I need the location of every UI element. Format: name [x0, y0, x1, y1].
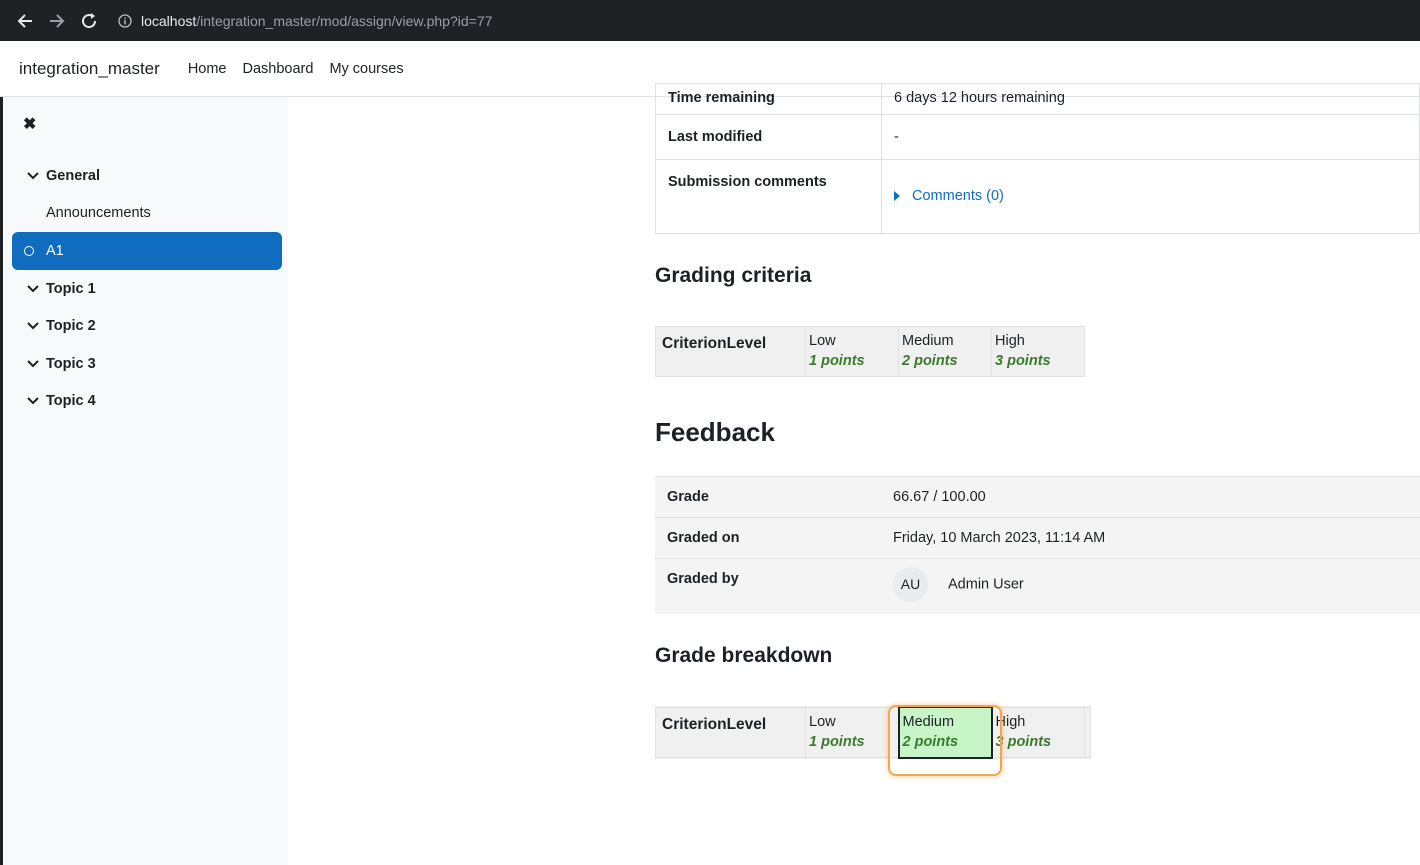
level-name: Medium — [902, 333, 954, 349]
level-points: 1 points — [809, 353, 865, 370]
feedback-heading: Feedback — [655, 416, 775, 447]
graded-on-value: Friday, 10 March 2023, 11:14 AM — [881, 516, 1420, 559]
level-name: High — [995, 333, 1025, 349]
level-name: Low — [809, 713, 836, 730]
section-label: Topic 1 — [46, 280, 96, 297]
avatar[interactable]: AU — [893, 566, 928, 602]
close-icon[interactable]: ✖ — [23, 114, 36, 134]
nav-my-courses[interactable]: My courses — [329, 61, 403, 77]
table-row: Grade 66.67 / 100.00 — [655, 475, 1420, 518]
last-modified-label: Last modified — [655, 114, 882, 160]
rubric-level-medium-selected: Medium 2 points — [897, 706, 993, 759]
last-modified-value: - — [881, 114, 1420, 160]
table-row: Submission comments Comments (0) — [655, 159, 1420, 234]
level-points: 3 points — [995, 353, 1051, 370]
nav-dashboard[interactable]: Dashboard — [243, 61, 314, 77]
main-content: Time remaining 6 days 12 hours remaining… — [655, 83, 1420, 759]
url-host: localhost — [141, 12, 197, 29]
reload-icon[interactable] — [77, 9, 101, 33]
back-icon[interactable] — [13, 9, 37, 33]
section-topic-1[interactable]: Topic 1 — [12, 270, 282, 308]
activity-announcements[interactable]: Announcements — [12, 195, 282, 233]
comments-link-label: Comments (0) — [912, 188, 1004, 204]
section-label: Topic 4 — [46, 393, 96, 410]
time-remaining-value: 6 days 12 hours remaining — [881, 83, 1420, 115]
info-icon[interactable] — [115, 11, 135, 31]
circle-icon — [24, 245, 34, 256]
browser-toolbar: localhost/integration_master/mod/assign/… — [0, 0, 1420, 41]
table-row: Last modified - — [655, 114, 1420, 160]
level-name: High — [995, 713, 1026, 730]
table-row: CriterionLevel Low 1 points Medium 2 poi… — [655, 706, 1091, 759]
chevron-down-icon[interactable] — [24, 322, 42, 330]
site-brand[interactable]: integration_master — [19, 59, 160, 79]
grading-criteria-rubric: CriterionLevel Low 1 points Medium 2 poi… — [655, 326, 1085, 377]
rubric-level-medium: Medium 2 points — [898, 326, 992, 377]
graded-by-label: Graded by — [655, 557, 881, 615]
section-general[interactable]: General — [12, 157, 282, 195]
chevron-down-icon[interactable] — [24, 360, 42, 368]
feedback-table: Grade 66.67 / 100.00 Graded on Friday, 1… — [655, 475, 1420, 615]
submission-status-table: Time remaining 6 days 12 hours remaining… — [655, 83, 1420, 234]
section-topic-2[interactable]: Topic 2 — [12, 307, 282, 345]
criterion-name: CriterionLevel — [655, 706, 806, 759]
rubric-level-high: High 3 points — [991, 706, 1085, 759]
activity-label: A1 — [46, 242, 64, 259]
grade-label: Grade — [655, 475, 881, 518]
table-row: CriterionLevel Low 1 points Medium 2 poi… — [655, 326, 1085, 377]
rubric-level-low: Low 1 points — [805, 326, 899, 377]
rubric-level-high: High 3 points — [991, 326, 1085, 377]
course-index: General Announcements A1 Topic 1 Topic 2… — [12, 157, 282, 420]
criterion-name: CriterionLevel — [655, 326, 806, 377]
activity-a1[interactable]: A1 — [12, 232, 282, 270]
forward-icon[interactable] — [45, 9, 69, 33]
level-name: Medium — [902, 714, 955, 731]
level-points: 2 points — [902, 734, 959, 751]
level-points: 3 points — [995, 733, 1052, 750]
grader-name[interactable]: Admin User — [948, 576, 1024, 592]
chevron-down-icon[interactable] — [24, 172, 42, 180]
time-remaining-label: Time remaining — [655, 83, 882, 115]
course-index-drawer: ✖ General Announcements A1 Topic 1 Topic… — [0, 97, 288, 865]
section-label: Topic 3 — [46, 355, 96, 372]
grade-breakdown-heading: Grade breakdown — [655, 644, 833, 668]
chevron-down-icon[interactable] — [24, 284, 42, 293]
level-points: 2 points — [902, 353, 958, 370]
table-row: Graded by AU Admin User — [655, 557, 1420, 615]
grade-breakdown-rubric: CriterionLevel Low 1 points Medium 2 poi… — [655, 706, 1091, 759]
section-topic-4[interactable]: Topic 4 — [12, 383, 282, 421]
activity-label: Announcements — [46, 205, 151, 222]
graded-on-label: Graded on — [655, 516, 881, 559]
level-points: 1 points — [809, 733, 865, 750]
grader: AU Admin User — [881, 557, 1420, 615]
primary-navigation: Home Dashboard My courses — [188, 61, 420, 77]
rubric-spacer — [1084, 706, 1091, 759]
comments-link[interactable]: Comments (0) — [894, 188, 1407, 204]
section-topic-3[interactable]: Topic 3 — [12, 345, 282, 383]
submission-comments-label: Submission comments — [655, 159, 882, 234]
nav-home[interactable]: Home — [188, 61, 227, 77]
caret-right-icon — [894, 191, 900, 201]
section-label: Topic 2 — [46, 318, 96, 335]
chevron-down-icon[interactable] — [24, 397, 42, 405]
url-path: /integration_master/mod/assign/view.php?… — [196, 12, 493, 29]
table-row: Time remaining 6 days 12 hours remaining — [655, 83, 1420, 115]
rubric-level-low: Low 1 points — [805, 706, 899, 759]
table-row: Graded on Friday, 10 March 2023, 11:14 A… — [655, 516, 1420, 559]
address-bar[interactable]: localhost/integration_master/mod/assign/… — [107, 4, 1420, 37]
level-name: Low — [809, 333, 836, 349]
grading-criteria-heading: Grading criteria — [655, 264, 812, 287]
grade-value: 66.67 / 100.00 — [881, 475, 1420, 518]
section-label: General — [46, 167, 100, 184]
